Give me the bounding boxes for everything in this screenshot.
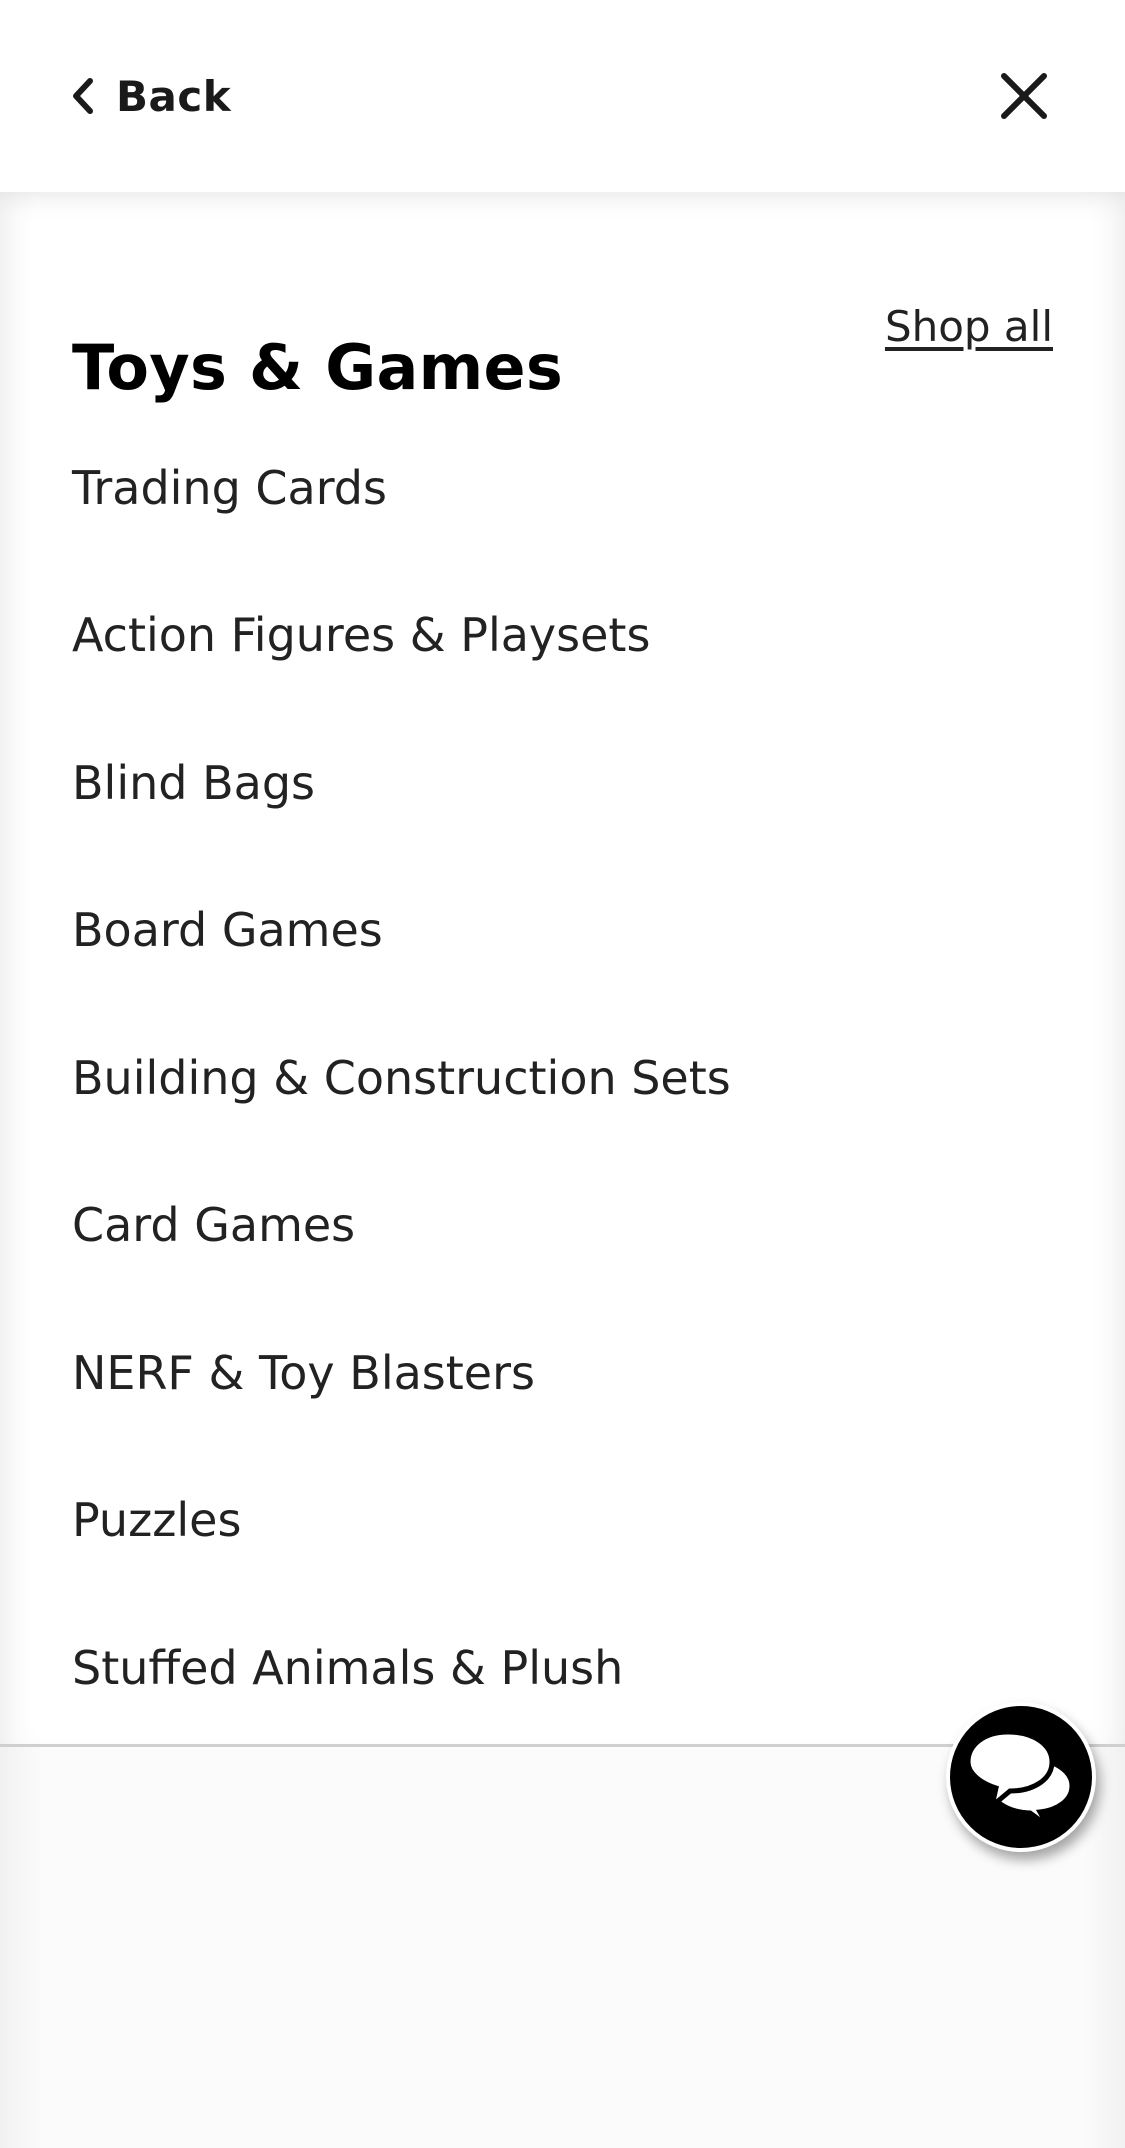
chat-button[interactable]: [946, 1702, 1096, 1852]
subcategory-blind-bags[interactable]: Blind Bags: [0, 709, 1125, 857]
subcategory-building-construction-sets[interactable]: Building & Construction Sets: [0, 1004, 1125, 1152]
category-title: Toys & Games: [72, 330, 564, 404]
subcategory-action-figures-playsets[interactable]: Action Figures & Playsets: [0, 562, 1125, 710]
subcategory-card-games[interactable]: Card Games: [0, 1152, 1125, 1300]
chat-bubbles-icon: [965, 1729, 1075, 1828]
subcategory-nerf-toy-blasters[interactable]: NERF & Toy Blasters: [0, 1299, 1125, 1447]
back-button[interactable]: Back: [70, 66, 231, 126]
close-icon: [1001, 73, 1047, 119]
menu-header: Back: [0, 0, 1125, 192]
subcategory-stuffed-animals-plush[interactable]: Stuffed Animals & Plush: [0, 1594, 1125, 1742]
subcategory-board-games[interactable]: Board Games: [0, 857, 1125, 1005]
chevron-left-icon: [73, 78, 93, 114]
subcategory-puzzles[interactable]: Puzzles: [0, 1447, 1125, 1595]
subcategory-trading-cards[interactable]: Trading Cards: [0, 414, 1125, 562]
close-button[interactable]: [998, 70, 1050, 122]
subcategory-list: Trading Cards Action Figures & Playsets …: [0, 414, 1125, 1742]
back-label: Back: [116, 71, 232, 121]
shop-all-link[interactable]: Shop all: [885, 300, 1053, 354]
